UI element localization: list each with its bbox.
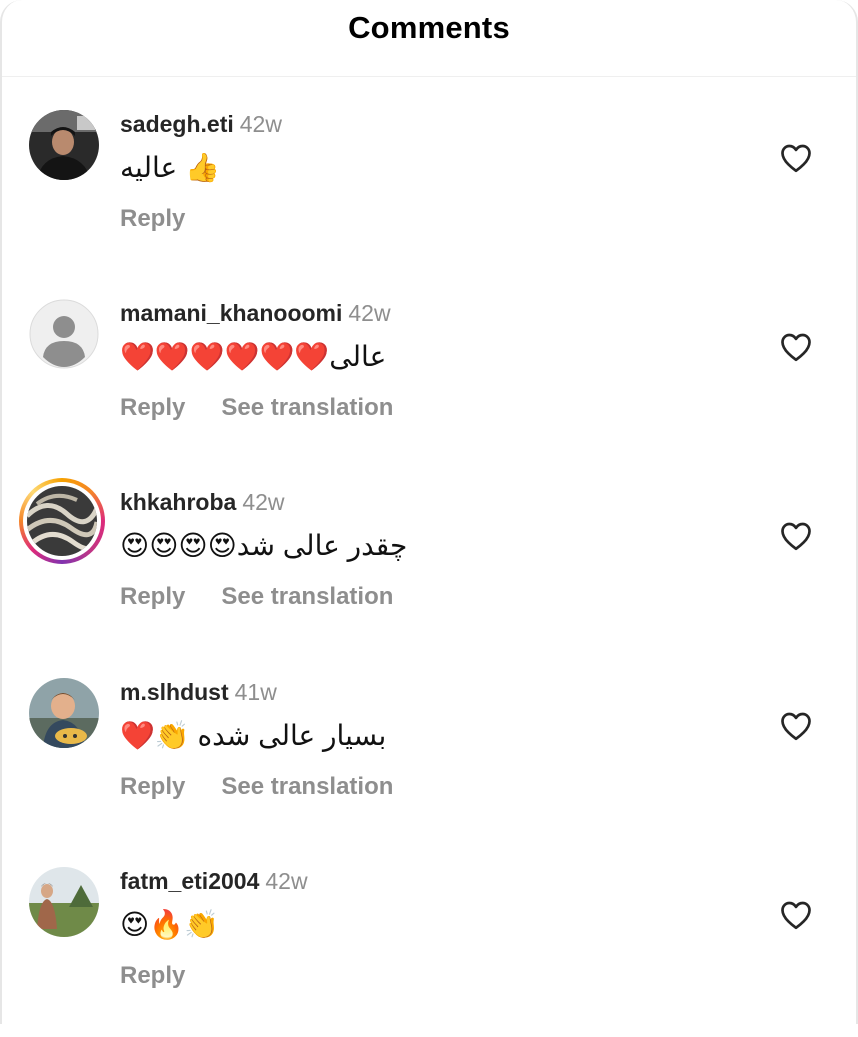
comment-text: ❤️👏 بسیار عالی شده [120,720,387,751]
comment-item: mamani_khanooomi 42w ❤️❤️❤️❤️❤️❤️عالی Rep… [2,299,856,469]
avatar[interactable] [29,110,99,180]
comment-time: 42w [265,868,308,894]
comment-item: khkahroba 42w 😍😍😍😍چقدر عالی شد Reply See t… [2,478,856,658]
heart-outline-icon [781,901,811,930]
comment-actions: Reply See translation [120,773,393,801]
comments-header: Comments [2,0,856,77]
like-button[interactable] [778,140,814,176]
like-button[interactable] [778,518,814,554]
comment-username[interactable]: sadegh.eti [120,111,234,137]
comment-text: 😍😍😍😍چقدر عالی شد [120,530,408,561]
avatar[interactable] [29,867,99,937]
comment-text: 😍🔥👏 [120,909,219,940]
like-button[interactable] [778,708,814,744]
comment-username[interactable]: fatm_eti2004 [120,868,259,894]
comment-username[interactable]: khkahroba [120,489,236,515]
person-icon [29,299,99,369]
comment-time: 41w [234,679,277,705]
comment-time: 42w [348,300,391,326]
comment-meta: mamani_khanooomi 42w [120,299,391,327]
comments-sheet: Comments sadegh.eti 42w عالیه 👍 Reply ma… [0,0,858,1024]
comment-meta: m.slhdust 41w [120,678,277,706]
comment-time: 42w [242,489,285,515]
comment-item: fatm_eti2004 42w 😍🔥👏 Reply [2,867,856,1037]
comment-text: ❤️❤️❤️❤️❤️❤️عالی [120,341,387,372]
comment-item: m.slhdust 41w ❤️👏 بسیار عالی شده Reply See… [2,678,856,848]
see-translation-button[interactable]: See translation [221,773,393,800]
comment-actions: Reply [120,962,185,990]
reply-button[interactable]: Reply [120,962,185,989]
heart-outline-icon [781,712,811,741]
reply-button[interactable]: Reply [120,773,185,800]
comment-username[interactable]: m.slhdust [120,679,229,705]
comment-username[interactable]: mamani_khanooomi [120,300,342,326]
heart-outline-icon [781,333,811,362]
comment-item: sadegh.eti 42w عالیه 👍 Reply [2,110,856,280]
heart-outline-icon [781,144,811,173]
comment-actions: Reply See translation [120,583,393,611]
comment-meta: khkahroba 42w [120,488,285,516]
comment-actions: Reply See translation [120,394,393,422]
reply-button[interactable]: Reply [120,394,185,421]
comments-title: Comments [348,10,510,45]
comment-actions: Reply [120,205,185,233]
like-button[interactable] [778,897,814,933]
comment-text: عالیه 👍 [120,152,220,183]
avatar[interactable] [29,678,99,748]
avatar-story-ring[interactable] [19,478,105,564]
reply-button[interactable]: Reply [120,583,185,610]
see-translation-button[interactable]: See translation [221,583,393,610]
default-avatar[interactable] [29,299,99,369]
comment-meta: fatm_eti2004 42w [120,867,308,895]
heart-outline-icon [781,522,811,551]
like-button[interactable] [778,329,814,365]
see-translation-button[interactable]: See translation [221,394,393,421]
comment-meta: sadegh.eti 42w [120,110,282,138]
reply-button[interactable]: Reply [120,205,185,232]
comment-time: 42w [239,111,282,137]
